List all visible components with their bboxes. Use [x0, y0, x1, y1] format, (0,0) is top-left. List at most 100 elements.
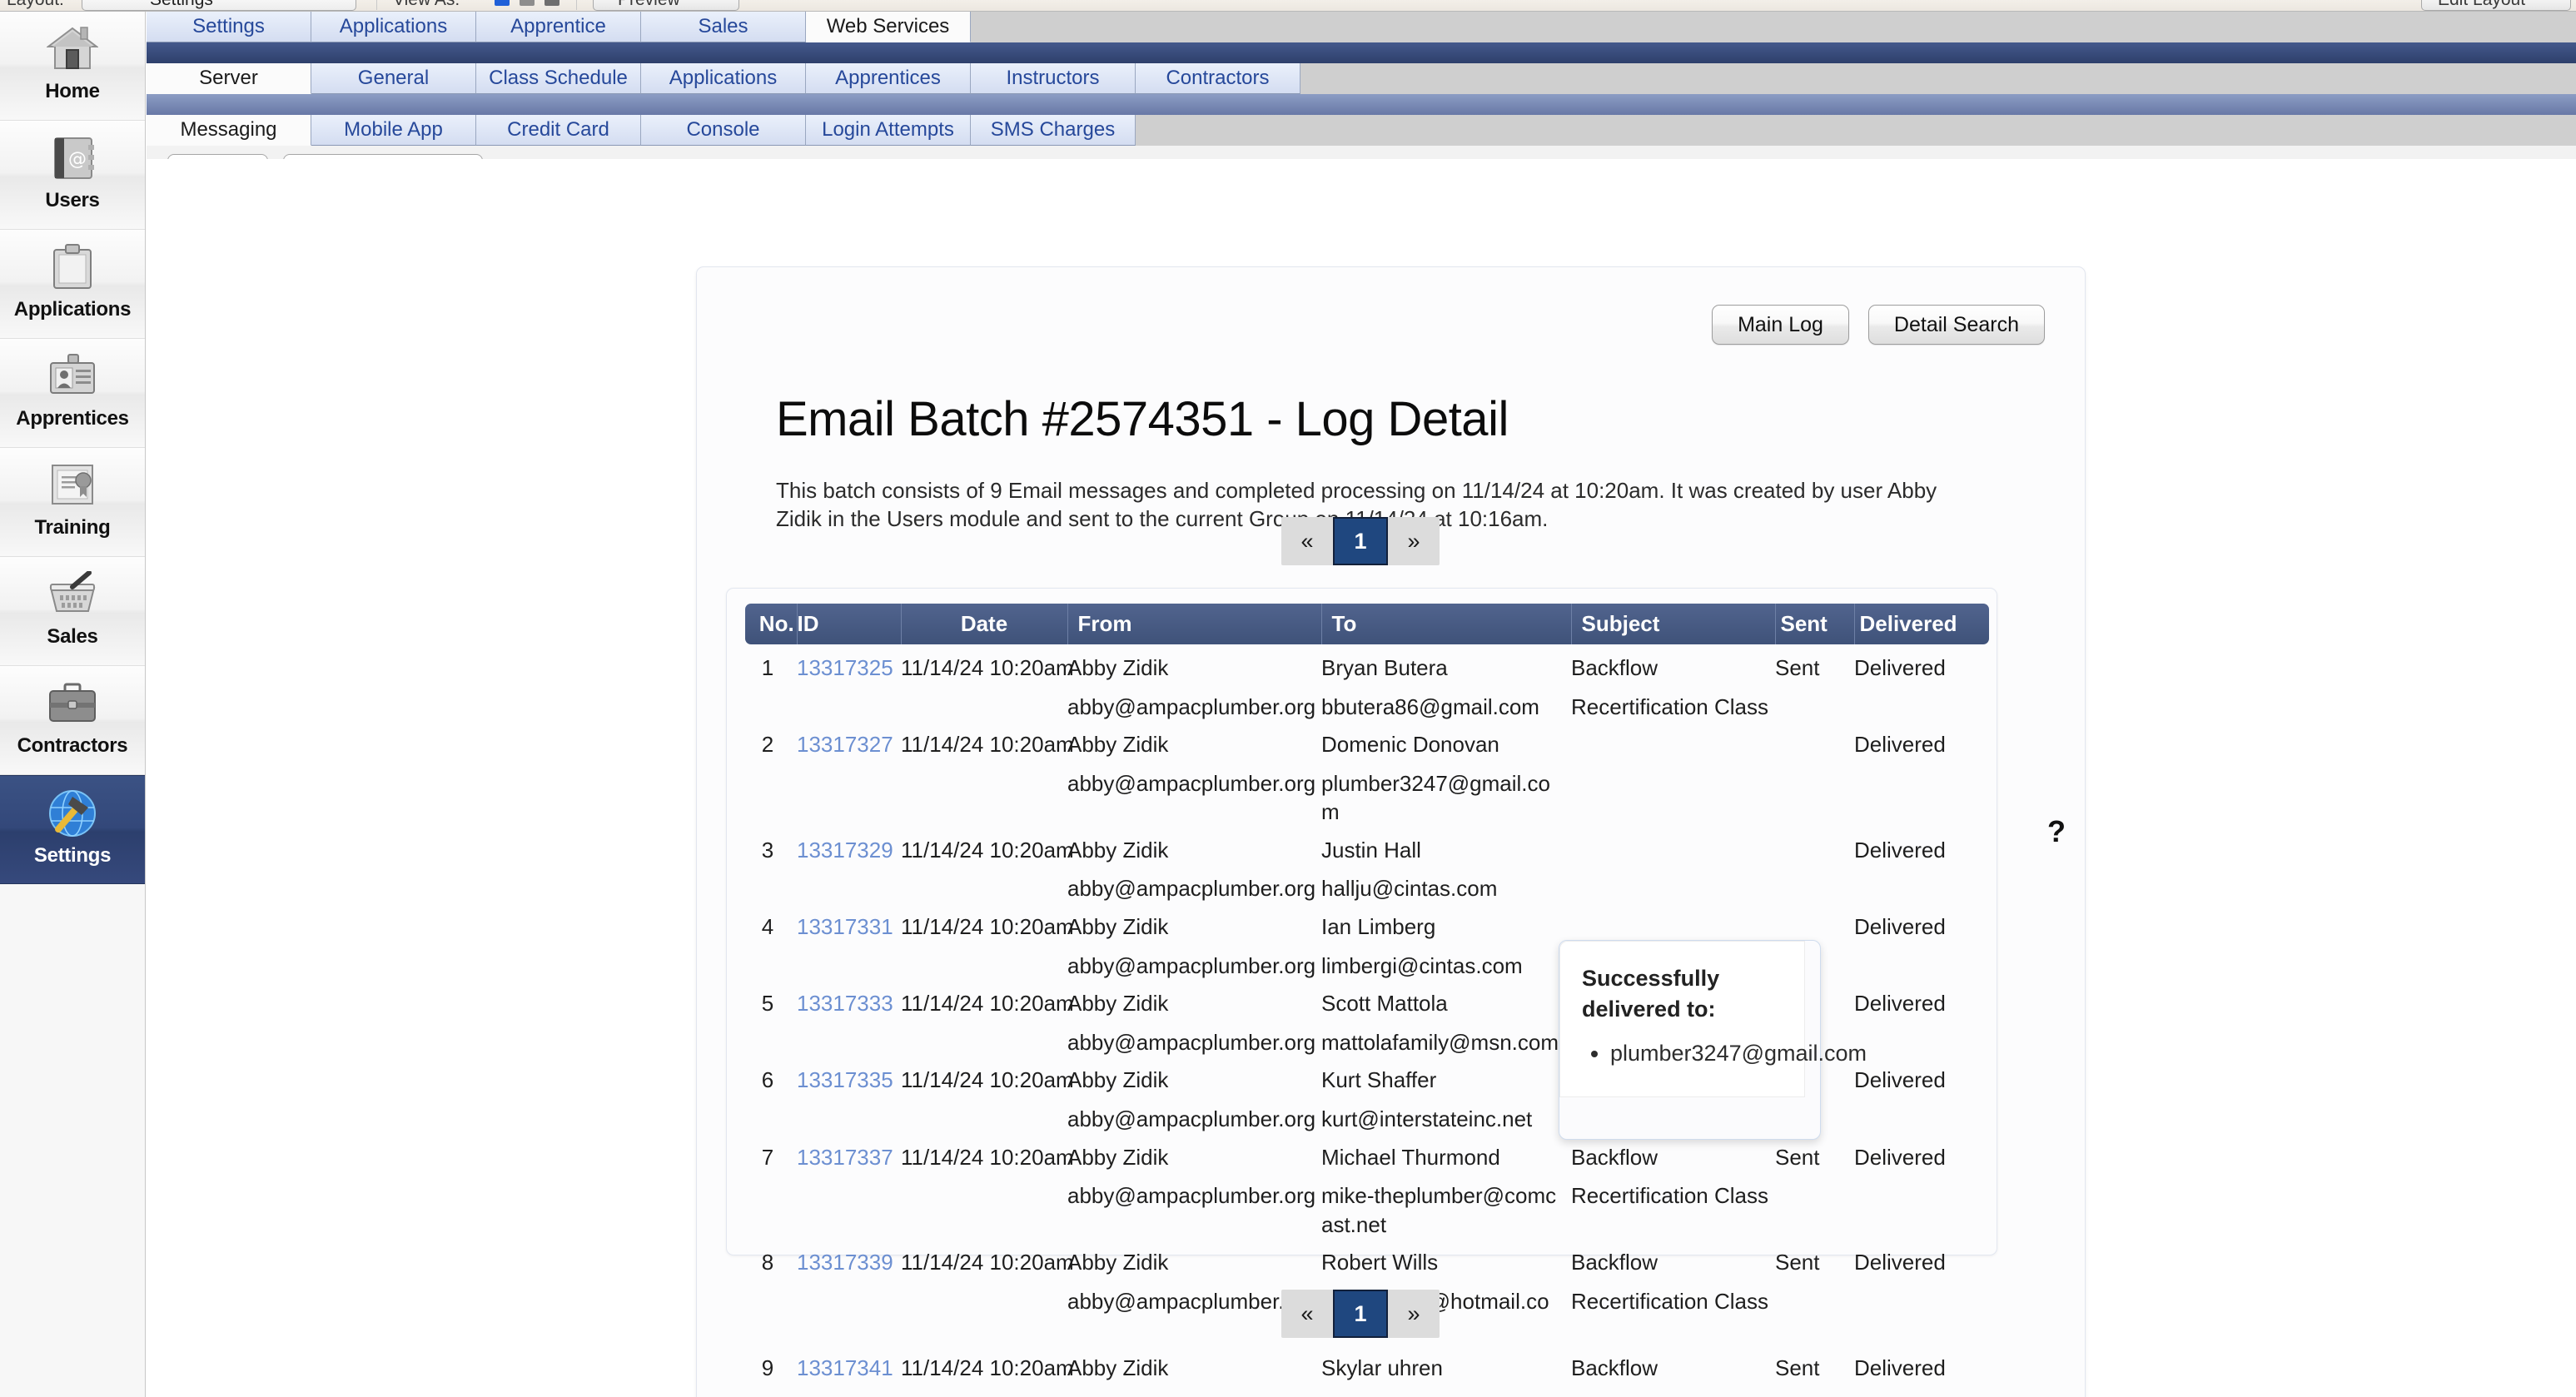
row-from-cell: Abby Zidikabby@ampacplumber.org [1067, 903, 1321, 980]
tab-class-schedule[interactable]: Class Schedule [476, 63, 641, 94]
delivery-tooltip-item: plumber3247@gmail.com [1610, 1039, 1867, 1068]
row-from-cell: Abby Zidikabby@ampacplumber.org [1067, 980, 1321, 1056]
tab-applications-2[interactable]: Applications [641, 63, 806, 94]
sidebar-item-settings[interactable]: Settings [0, 775, 145, 884]
message-id-link[interactable]: 13317339 [797, 1250, 893, 1275]
row-number-cell: 6 [761, 1067, 774, 1093]
message-id-link[interactable]: 13317331 [797, 914, 893, 939]
pager-next-bottom[interactable]: » [1388, 1290, 1440, 1338]
row-id-link[interactable]: 13317333 [797, 980, 901, 1056]
message-id-link[interactable]: 13317327 [797, 732, 893, 757]
row-subject-line2 [1571, 769, 1768, 798]
tab-contractors[interactable]: Contractors [1136, 63, 1300, 94]
row-delivered-status: Delivered [1854, 1067, 1946, 1093]
message-id-link[interactable]: 13317325 [797, 655, 893, 680]
table-row: 2 13317327 11/14/24 10:20am Abby Zidik abby@… [745, 721, 1989, 827]
row-to-cell: Domenic Donovan plumber3247@gmail.com [1321, 721, 1571, 827]
row-delivered-status: Delivered [1854, 1144, 1946, 1170]
row-from-email: abby@ampacplumber.org [1067, 1288, 1316, 1314]
preview-label: Preview [618, 0, 680, 10]
view-table-icon[interactable] [545, 0, 559, 6]
detail-search-button[interactable]: Detail Search [1867, 305, 2045, 345]
sidebar-item-home[interactable]: Home [0, 12, 145, 121]
row-to-email: uhren.skylar@gmail.com [1321, 1393, 1564, 1397]
row-number-cell: 8 [761, 1250, 774, 1275]
sidebar-item-sales[interactable]: Sales [0, 557, 145, 666]
main-log-button[interactable]: Main Log [1712, 305, 1849, 345]
tab-credit-card[interactable]: Credit Card [476, 115, 641, 146]
tab-applications[interactable]: Applications [311, 12, 476, 42]
delivery-tooltip-title: Successfully delivered to: [1582, 966, 1720, 1022]
basket-icon [43, 567, 102, 622]
row-id-link[interactable]: 13317329 [797, 827, 901, 903]
row-id-link[interactable]: 13317327 [797, 721, 901, 827]
row-date-cell: 11/14/24 10:20am [901, 1355, 1074, 1380]
row-date-cell: 11/14/24 10:20am [901, 732, 1074, 758]
row-date-cell: 11/14/24 10:20am [901, 837, 1074, 863]
house-icon [43, 22, 102, 77]
row-id-link[interactable]: 13317325 [797, 644, 901, 721]
table-row: 3 13317329 11/14/24 10:20am Abby Zidik abby@… [745, 827, 1989, 903]
row-id-link[interactable]: 13317341 [797, 1345, 901, 1397]
row-to-cell: Bryan Butera bbutera86@gmail.com [1321, 644, 1571, 721]
message-id-link[interactable]: 13317329 [797, 838, 893, 863]
sidebar-item-apprentices[interactable]: Apprentices [0, 339, 145, 448]
tab-web-services[interactable]: Web Services [806, 12, 971, 42]
row-date-cell: 11/14/24 10:20am [901, 655, 1074, 680]
row-id-link[interactable]: 13317339 [797, 1239, 901, 1345]
sidebar-item-label: Apprentices [16, 407, 129, 430]
tabbar-level-2: Server General Class Schedule Applicatio… [147, 63, 2576, 94]
sidebar-item-applications[interactable]: Applications [0, 230, 145, 339]
row-from-email: abby@ampacplumber.org [1067, 1183, 1316, 1209]
message-id-link[interactable]: 13317335 [797, 1067, 893, 1092]
pager-next-top[interactable]: » [1388, 517, 1440, 565]
row-delivered-status: Delivered [1854, 1355, 1946, 1380]
layout-value: Settings [150, 0, 213, 10]
tab-apprentices[interactable]: Apprentices [806, 63, 971, 94]
layout-select[interactable] [82, 0, 356, 11]
tab-login-attempts[interactable]: Login Attempts [806, 115, 971, 146]
row-sent-status: Sent [1775, 655, 1820, 680]
view-list-icon[interactable] [520, 0, 535, 6]
tabbar-level-1: Settings Applications Apprentice Sales W… [147, 12, 2576, 42]
sidebar-item-contractors[interactable]: Contractors [0, 666, 145, 775]
pager-prev-top[interactable]: « [1281, 517, 1333, 565]
message-id-link[interactable]: 13317341 [797, 1355, 893, 1380]
message-id-link[interactable]: 13317337 [797, 1145, 893, 1170]
tab-sales[interactable]: Sales [641, 12, 806, 42]
sidebar-item-training[interactable]: Training [0, 448, 145, 557]
content-area: Main Log Detail Search Email Batch #2574… [147, 159, 2576, 1397]
row-id-link[interactable]: 13317335 [797, 1056, 901, 1133]
row-subject-cell: BackflowRecertification Class [1571, 1239, 1775, 1345]
pager-page-1-bottom[interactable]: 1 [1333, 1290, 1388, 1338]
row-id-link[interactable]: 13317337 [797, 1134, 901, 1240]
row-id-link[interactable]: 13317331 [797, 903, 901, 980]
sidebar-item-users[interactable]: @ Users [0, 121, 145, 230]
tab-apprentice[interactable]: Apprentice [476, 12, 641, 42]
tab-server[interactable]: Server [147, 63, 311, 94]
tab-instructors[interactable]: Instructors [971, 63, 1136, 94]
row-to-email: mattolafamily@msn.com [1321, 1029, 1559, 1055]
pager-prev-bottom[interactable]: « [1281, 1290, 1333, 1338]
log-detail-card: Main Log Detail Search Email Batch #2574… [696, 266, 2086, 1397]
tab-console[interactable]: Console [641, 115, 806, 146]
col-header-id: ID [797, 604, 902, 644]
view-form-icon[interactable] [495, 0, 510, 6]
tab-messaging[interactable]: Messaging [147, 115, 311, 146]
tab-sms-charges[interactable]: SMS Charges [971, 115, 1136, 146]
tab-settings[interactable]: Settings [147, 12, 311, 42]
sidebar-nav: Home @ Users Applications Apprentices Tr… [0, 12, 146, 1397]
tab-general[interactable]: General [311, 63, 476, 94]
row-from-cell: Abby Zidikabby@ampacplumber.org [1067, 1345, 1321, 1397]
pager-page-1-top[interactable]: 1 [1333, 517, 1388, 565]
row-from-cell: Abby Zidikabby@ampacplumber.org [1067, 1056, 1321, 1133]
row-number-cell: 3 [761, 837, 774, 863]
row-to-cell: Scott Mattola mattolafamily@msn.com [1321, 980, 1571, 1056]
row-to-email: bbutera86@gmail.com [1321, 694, 1539, 719]
row-sent-status: Sent [1775, 1144, 1820, 1170]
message-id-link[interactable]: 13317333 [797, 991, 893, 1016]
row-to-cell: Michael Thurmond mike-theplumber@comcast.… [1321, 1134, 1571, 1240]
row-to-cell: Justin Hall hallju@cintas.com [1321, 827, 1571, 903]
row-date-cell: 11/14/24 10:20am [901, 914, 1074, 940]
tab-mobile-app[interactable]: Mobile App [311, 115, 476, 146]
